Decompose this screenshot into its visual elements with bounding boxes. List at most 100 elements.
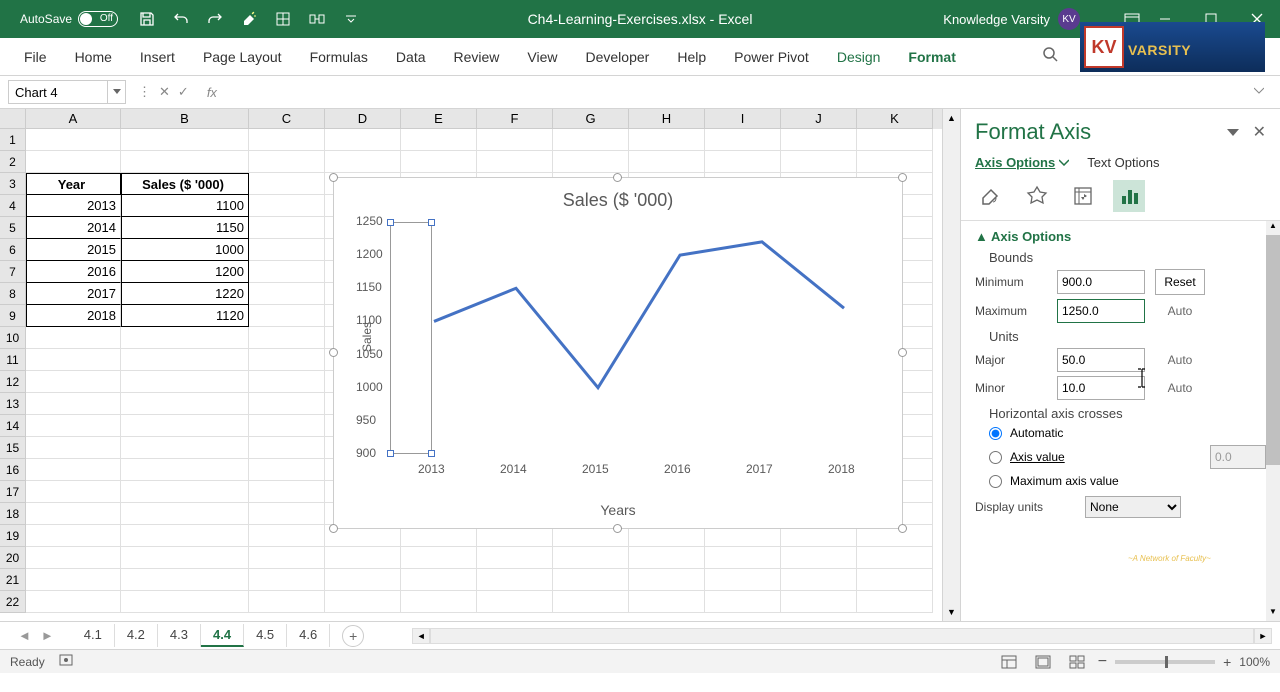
zoom-out-button[interactable]: −	[1098, 653, 1107, 671]
col-header[interactable]: C	[249, 109, 325, 129]
cell[interactable]	[401, 129, 477, 151]
formula-expand[interactable]	[1254, 82, 1274, 102]
cell[interactable]	[26, 459, 121, 481]
cell[interactable]	[26, 393, 121, 415]
col-header[interactable]: A	[26, 109, 121, 129]
cell[interactable]	[705, 151, 781, 173]
row-header[interactable]: 6	[0, 239, 26, 261]
hscroll-right[interactable]: ►	[1254, 628, 1272, 644]
fx-icon[interactable]: fx	[207, 85, 217, 100]
row-header[interactable]: 21	[0, 569, 26, 591]
tell-me-search[interactable]	[1042, 46, 1060, 67]
cell[interactable]	[629, 151, 705, 173]
col-header[interactable]: I	[705, 109, 781, 129]
row-header[interactable]: 11	[0, 349, 26, 371]
qat-customize-icon[interactable]	[340, 8, 362, 30]
cell[interactable]	[477, 591, 553, 613]
tab-formulas[interactable]: Formulas	[296, 38, 382, 75]
cell[interactable]: 1200	[121, 261, 249, 283]
tab-design[interactable]: Design	[823, 38, 895, 75]
cell[interactable]	[26, 415, 121, 437]
formula-input[interactable]	[223, 80, 1244, 104]
tab-data[interactable]: Data	[382, 38, 440, 75]
cell[interactable]: 2016	[26, 261, 121, 283]
zoom-slider[interactable]	[1115, 660, 1215, 664]
row-header[interactable]: 12	[0, 371, 26, 393]
cell[interactable]	[121, 503, 249, 525]
cell[interactable]	[705, 129, 781, 151]
cell[interactable]: 1000	[121, 239, 249, 261]
cell[interactable]	[705, 547, 781, 569]
cross-value-radio[interactable]	[989, 451, 1002, 464]
cell[interactable]	[249, 437, 325, 459]
page-layout-view-icon[interactable]	[1030, 652, 1056, 672]
cell[interactable]	[26, 569, 121, 591]
cell[interactable]	[249, 393, 325, 415]
sheet-tab[interactable]: 4.3	[158, 624, 201, 647]
cell[interactable]	[121, 569, 249, 591]
cell[interactable]	[249, 129, 325, 151]
row-header[interactable]: 20	[0, 547, 26, 569]
user-avatar[interactable]: KV	[1058, 8, 1080, 30]
cell[interactable]	[121, 151, 249, 173]
hscroll-left[interactable]: ◄	[412, 628, 430, 644]
scroll-up-icon[interactable]: ▲	[943, 109, 960, 127]
cell[interactable]	[249, 547, 325, 569]
tab-help[interactable]: Help	[663, 38, 720, 75]
cell[interactable]	[26, 591, 121, 613]
cell[interactable]: 1120	[121, 305, 249, 327]
sheet-tab[interactable]: 4.1	[72, 624, 115, 647]
name-box-dropdown[interactable]	[108, 80, 126, 104]
cell[interactable]	[121, 129, 249, 151]
normal-view-icon[interactable]	[996, 652, 1022, 672]
row-header[interactable]: 22	[0, 591, 26, 613]
worksheet-area[interactable]: A B C D E F G H I J K 123YearSales ($ '0…	[0, 109, 942, 621]
cell[interactable]	[26, 371, 121, 393]
cell[interactable]: 1100	[121, 195, 249, 217]
hscroll-track[interactable]	[430, 628, 1254, 644]
vertical-scrollbar[interactable]: ▲ ▼	[942, 109, 960, 621]
scroll-down-icon[interactable]: ▼	[943, 603, 960, 621]
row-header[interactable]: 2	[0, 151, 26, 173]
row-header[interactable]: 4	[0, 195, 26, 217]
effects-icon[interactable]	[1021, 180, 1053, 212]
cell[interactable]	[401, 591, 477, 613]
cell[interactable]	[249, 261, 325, 283]
pane-scrollbar[interactable]: ▲ ▼	[1266, 221, 1280, 621]
row-header[interactable]: 19	[0, 525, 26, 547]
cell[interactable]: 2013	[26, 195, 121, 217]
row-header[interactable]: 8	[0, 283, 26, 305]
cell[interactable]	[121, 459, 249, 481]
zoom-level[interactable]: 100%	[1239, 655, 1270, 669]
cell[interactable]	[26, 129, 121, 151]
cross-max-radio[interactable]	[989, 475, 1002, 488]
tab-power-pivot[interactable]: Power Pivot	[720, 38, 823, 75]
tab-insert[interactable]: Insert	[126, 38, 189, 75]
tab-view[interactable]: View	[513, 38, 571, 75]
cell[interactable]	[249, 591, 325, 613]
cell[interactable]	[26, 481, 121, 503]
cell[interactable]: Sales ($ '000)	[121, 173, 249, 195]
merge-icon[interactable]	[306, 8, 328, 30]
cell[interactable]	[121, 371, 249, 393]
cell[interactable]	[26, 327, 121, 349]
cell[interactable]	[249, 503, 325, 525]
cell[interactable]	[249, 327, 325, 349]
autosave-toggle[interactable]: AutoSave Off	[20, 11, 118, 27]
cell[interactable]	[249, 195, 325, 217]
x-axis-label[interactable]: Years	[600, 502, 635, 518]
sheet-nav-prev[interactable]: ◄	[18, 628, 31, 643]
sheet-tab[interactable]: 4.6	[287, 624, 330, 647]
cell[interactable]	[553, 151, 629, 173]
cell[interactable]	[781, 569, 857, 591]
cell[interactable]	[249, 415, 325, 437]
tab-format[interactable]: Format	[894, 38, 969, 75]
macro-record-icon[interactable]	[59, 653, 73, 670]
col-header[interactable]: D	[325, 109, 401, 129]
cell[interactable]	[477, 151, 553, 173]
cell[interactable]: 1150	[121, 217, 249, 239]
row-header[interactable]: 1	[0, 129, 26, 151]
cell[interactable]	[249, 525, 325, 547]
col-header[interactable]: H	[629, 109, 705, 129]
cell[interactable]	[121, 327, 249, 349]
